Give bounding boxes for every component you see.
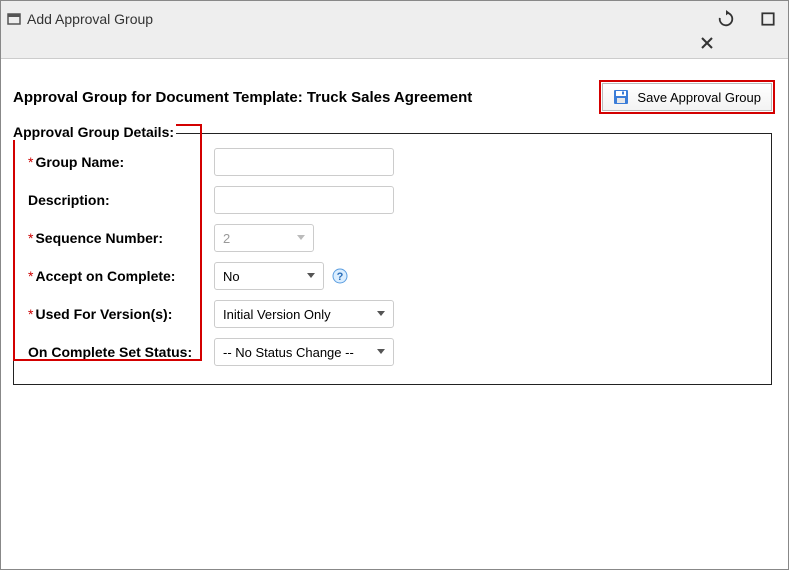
save-button-label: Save Approval Group bbox=[637, 90, 761, 105]
group-name-input[interactable] bbox=[214, 148, 394, 176]
refresh-button[interactable] bbox=[716, 9, 736, 29]
label-on-complete: On Complete Set Status: bbox=[28, 344, 214, 360]
fieldset-legend: Approval Group Details: bbox=[13, 124, 176, 140]
on-complete-select[interactable]: -- No Status Change -- bbox=[214, 338, 394, 366]
chevron-down-icon bbox=[377, 349, 385, 355]
approval-group-details-fieldset: Approval Group Details: *Group Name: Des… bbox=[13, 133, 772, 385]
row-sequence: *Sequence Number: 2 bbox=[28, 224, 755, 252]
row-accept: *Accept on Complete: No ? bbox=[28, 262, 755, 290]
save-approval-group-button[interactable]: Save Approval Group bbox=[602, 83, 772, 111]
content-area: Approval Group for Document Template: Tr… bbox=[1, 59, 788, 569]
label-accept: *Accept on Complete: bbox=[28, 268, 214, 284]
required-marker: * bbox=[28, 154, 33, 170]
close-button[interactable] bbox=[697, 33, 717, 53]
dialog-window: Add Approval Group bbox=[0, 0, 789, 570]
window-title: Add Approval Group bbox=[27, 11, 153, 27]
page-header: Approval Group for Document Template: Tr… bbox=[13, 83, 772, 111]
required-marker: * bbox=[28, 306, 33, 322]
row-group-name: *Group Name: bbox=[28, 148, 755, 176]
row-on-complete: On Complete Set Status: -- No Status Cha… bbox=[28, 338, 755, 366]
required-marker: * bbox=[28, 230, 33, 246]
save-icon bbox=[613, 89, 629, 105]
chevron-down-icon bbox=[297, 235, 305, 241]
used-for-select[interactable]: Initial Version Only bbox=[214, 300, 394, 328]
label-group-name: *Group Name: bbox=[28, 154, 214, 170]
label-sequence: *Sequence Number: bbox=[28, 230, 214, 246]
help-icon[interactable]: ? bbox=[332, 268, 348, 284]
on-complete-value: -- No Status Change -- bbox=[223, 345, 354, 360]
titlebar: Add Approval Group bbox=[1, 1, 788, 59]
required-marker: * bbox=[28, 268, 33, 284]
page-title: Approval Group for Document Template: Tr… bbox=[13, 89, 602, 106]
row-description: Description: bbox=[28, 186, 755, 214]
window-icon bbox=[7, 12, 21, 26]
label-used-for: *Used For Version(s): bbox=[28, 306, 214, 322]
used-for-value: Initial Version Only bbox=[223, 307, 331, 322]
accept-value: No bbox=[223, 269, 240, 284]
accept-select[interactable]: No bbox=[214, 262, 324, 290]
row-used-for: *Used For Version(s): Initial Version On… bbox=[28, 300, 755, 328]
sequence-select[interactable]: 2 bbox=[214, 224, 314, 252]
svg-text:?: ? bbox=[337, 271, 344, 283]
label-description: Description: bbox=[28, 192, 214, 208]
maximize-button[interactable] bbox=[758, 9, 778, 29]
page-title-docname: Truck Sales Agreement bbox=[307, 89, 472, 106]
page-title-prefix: Approval Group for Document Template: bbox=[13, 89, 307, 106]
sequence-value: 2 bbox=[223, 231, 230, 246]
chevron-down-icon bbox=[307, 273, 315, 279]
chevron-down-icon bbox=[377, 311, 385, 317]
description-input[interactable] bbox=[214, 186, 394, 214]
